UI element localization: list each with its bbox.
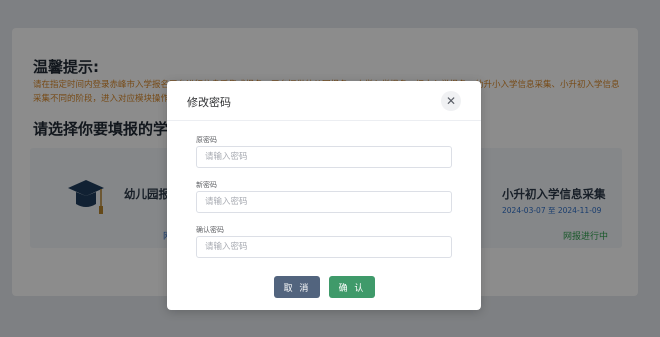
dialog-title: 修改密码 — [187, 96, 231, 109]
change-password-dialog: 修改密码 ✕ 原密码 新密码 确认密码 取 消 确 认 — [167, 81, 481, 310]
close-icon[interactable]: ✕ — [441, 91, 461, 111]
confirm-password-label: 确认密码 — [196, 226, 224, 234]
confirm-password-input[interactable] — [196, 236, 452, 258]
old-password-label: 原密码 — [196, 136, 217, 144]
dialog-divider — [167, 120, 481, 121]
new-password-input[interactable] — [196, 191, 452, 213]
old-password-input[interactable] — [196, 146, 452, 168]
cancel-button[interactable]: 取 消 — [274, 276, 320, 298]
new-password-label: 新密码 — [196, 181, 217, 189]
confirm-button[interactable]: 确 认 — [329, 276, 375, 298]
